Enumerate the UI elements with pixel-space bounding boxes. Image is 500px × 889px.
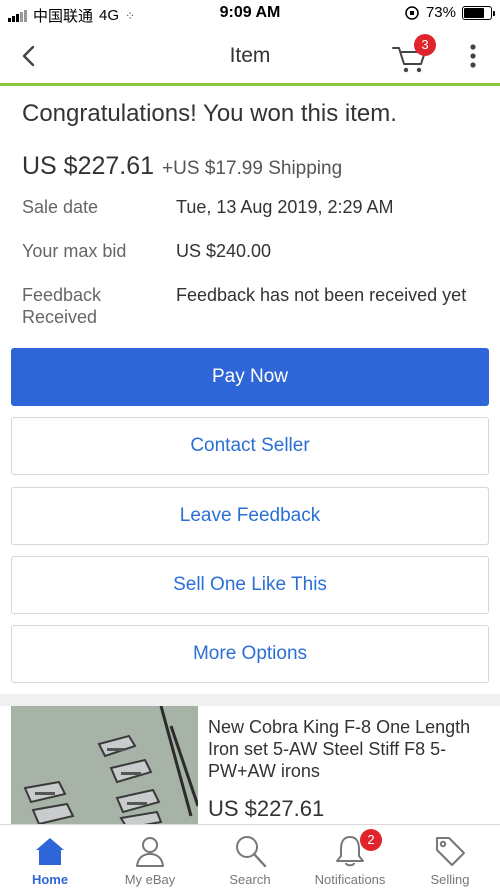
contact-seller-button[interactable]: Contact Seller — [11, 417, 489, 475]
golf-irons-image — [11, 706, 198, 824]
item-image[interactable] — [11, 706, 198, 824]
detail-value: US $240.00 — [176, 241, 272, 261]
item-price: US $227.61 — [208, 796, 325, 821]
section-divider — [0, 694, 500, 706]
tab-search[interactable]: Search — [200, 825, 300, 889]
tab-label: Notifications — [314, 872, 386, 887]
detail-label: Sale date — [22, 197, 99, 217]
detail-label: Feedback Received — [22, 285, 102, 327]
detail-sale-date: Sale date Tue, 13 Aug 2019, 2:29 AM — [22, 196, 482, 218]
detail-feedback: Feedback Received Feedback has not been … — [22, 284, 482, 328]
tab-label: Selling — [430, 872, 470, 887]
shipping-cost: +US $17.99 Shipping — [162, 158, 343, 179]
detail-value: Feedback has not been received yet — [176, 285, 467, 305]
status-right: 73% — [404, 4, 495, 21]
search-icon — [236, 836, 267, 868]
tab-selling[interactable]: Selling — [400, 825, 500, 889]
more-options-button[interactable]: More Options — [11, 625, 489, 683]
detail-max-bid: Your max bid US $240.00 — [22, 240, 482, 262]
nav-bar: Item 3 — [0, 28, 500, 86]
item-card[interactable]: New Cobra King F-8 One Length Iron set 5… — [0, 706, 500, 824]
detail-label: Your max bid — [22, 241, 127, 261]
home-icon — [36, 838, 64, 865]
win-message: Congratulations! You won this item. — [22, 100, 397, 127]
orientation-lock-icon — [405, 5, 419, 20]
winning-price: US $227.61 — [22, 152, 155, 180]
person-icon — [136, 837, 164, 867]
battery-percent: 73% — [425, 4, 456, 21]
vertical-ellipsis-icon[interactable] — [466, 42, 480, 70]
pay-now-button[interactable]: Pay Now — [11, 348, 489, 406]
leave-feedback-button[interactable]: Leave Feedback — [11, 487, 489, 545]
cart-count-badge: 3 — [414, 34, 436, 56]
tab-label: Search — [229, 872, 271, 887]
tab-label: My eBay — [124, 872, 176, 887]
status-bar: 中国联通 4G ⁘ 9:09 AM 73% — [0, 0, 500, 28]
notifications-count-badge: 2 — [360, 829, 382, 851]
tab-home[interactable]: Home — [0, 825, 100, 889]
item-title[interactable]: New Cobra King F-8 One Length Iron set 5… — [208, 716, 492, 782]
tab-bar: Home My eBay Search 2 Notifications Sell… — [0, 824, 500, 889]
tab-notifications[interactable]: 2 Notifications — [300, 825, 400, 889]
tag-icon — [436, 837, 465, 866]
tab-my-ebay[interactable]: My eBay — [100, 825, 200, 889]
battery-icon — [462, 5, 495, 20]
detail-value: Tue, 13 Aug 2019, 2:29 AM — [176, 197, 394, 217]
price-row: US $227.61 +US $17.99 Shipping — [22, 152, 342, 181]
tab-label: Home — [31, 872, 69, 887]
sell-one-like-this-button[interactable]: Sell One Like This — [11, 556, 489, 614]
